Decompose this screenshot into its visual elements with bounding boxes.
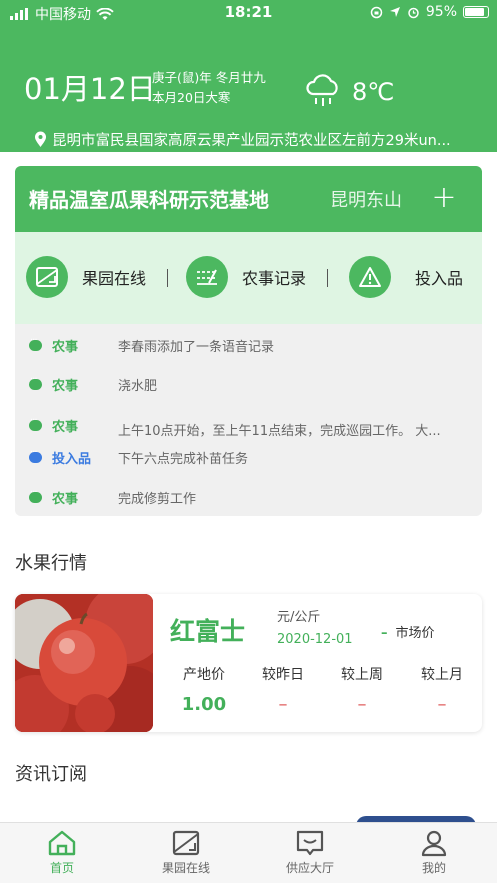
tab-supply-hall[interactable]: 供应大厅: [265, 829, 355, 876]
log-type: 农事: [52, 492, 79, 507]
price-value: –: [278, 694, 288, 715]
log-text: 浇水肥: [118, 379, 158, 394]
fruit-image: [15, 594, 153, 732]
location-bar[interactable]: 昆明市富民县国家高原云果产业园示范农业区左前方29米un...: [34, 129, 451, 150]
status-bar: 中国移动 18:21 95%: [0, 0, 497, 26]
base-title[interactable]: 精品温室瓜果科研示范基地: [29, 184, 269, 213]
log-text: 上午10点开始，至上午11点结束，完成巡园工作。 大...: [118, 424, 441, 439]
chat-bubble-icon: [29, 447, 42, 463]
location-pin-icon: [35, 131, 46, 147]
price-label: 产地价: [183, 667, 225, 683]
orchard-monitor-icon: [36, 267, 58, 287]
divider: [327, 269, 328, 287]
log-item[interactable]: 农事 浇水肥: [29, 374, 464, 394]
lunar-calendar: 庚子(鼠)年 冬月廿九 本月20日大寒: [152, 68, 266, 108]
log-text: 下午六点完成补苗任务: [118, 452, 249, 467]
orchard-monitor-icon: [172, 830, 200, 856]
market-price-value: –: [381, 626, 388, 641]
header: 中国移动 18:21 95% 01月12日 庚子(鼠)年 冬月廿九 本月20日大…: [0, 0, 497, 152]
quick-orchard-online[interactable]: 果园在线: [26, 255, 146, 299]
price-vs-last-week: 较上周 –: [327, 664, 397, 715]
log-type: 投入品: [52, 452, 92, 467]
market-price-label: – 市场价: [381, 622, 435, 641]
cloud-rain-icon: [306, 74, 338, 106]
chat-bubble-icon: [29, 335, 42, 351]
log-item[interactable]: 农事 完成修剪工作: [29, 487, 464, 507]
log-type: 农事: [52, 340, 79, 355]
tab-orchard-label: 果园在线: [161, 861, 210, 875]
add-base-button[interactable]: +: [430, 180, 458, 216]
activity-log: 农事 李春雨添加了一条语音记录 农事 浇水肥 农事 上午10点开始，至上午11点…: [15, 324, 482, 516]
tab-home-label: 首页: [49, 861, 74, 875]
tab-supply-label: 供应大厅: [285, 861, 334, 875]
rotation-lock-icon: [370, 6, 383, 18]
lunar-line-2: 本月20日大寒: [152, 90, 231, 105]
quick-inputs[interactable]: 投入品: [349, 255, 463, 299]
base-card: 精品温室瓜果科研示范基地 昆明东山 + 果园在线 农事记录 投入品 ··· 农事…: [15, 166, 482, 516]
log-item[interactable]: 农事 上午10点开始，至上午11点结束，完成巡园工作。 大...: [29, 412, 464, 439]
log-item[interactable]: 投入品 下午六点完成补苗任务: [29, 447, 464, 467]
battery-percent: 95%: [425, 4, 457, 20]
location-arrow-icon: [389, 7, 400, 17]
price-vs-yesterday: 较昨日 –: [248, 664, 318, 715]
log-text: 完成修剪工作: [118, 492, 197, 507]
lunar-line-1: 庚子(鼠)年 冬月廿九: [152, 70, 266, 85]
temperature: 8℃: [352, 78, 395, 106]
home-icon: [48, 830, 76, 856]
price-vs-last-month: 较上月 –: [407, 664, 477, 715]
price-value: –: [357, 694, 367, 715]
supply-message-icon: [296, 830, 324, 856]
price-value: –: [437, 694, 447, 715]
tab-bar: 首页 果园在线 供应大厅 我的: [0, 822, 497, 883]
base-subtitle: 昆明东山: [330, 190, 402, 211]
today-date: 01月12日: [24, 72, 156, 106]
chat-bubble-icon: [29, 487, 42, 503]
quick-inputs-label: 投入品: [415, 269, 464, 288]
price-origin: 产地价 1.00: [169, 664, 239, 715]
farm-record-icon: [197, 269, 217, 285]
base-card-header: 精品温室瓜果科研示范基地 昆明东山 +: [15, 166, 482, 232]
fruit-unit: 元/公斤: [277, 610, 321, 625]
price-value: 1.00: [181, 694, 227, 715]
chat-bubble-icon: [29, 374, 42, 390]
market-section-title: 水果行情: [15, 553, 87, 574]
battery-icon: [463, 6, 489, 18]
quick-farm-record-label: 农事记录: [242, 269, 307, 288]
fruit-price-card[interactable]: 红富士 元/公斤 2020-12-01 – 市场价 产地价 1.00 较昨日 – …: [15, 594, 482, 732]
price-label: 较上周: [341, 667, 383, 683]
quick-orchard-label: 果园在线: [82, 269, 147, 288]
log-type: 农事: [52, 379, 79, 394]
tab-home[interactable]: 首页: [17, 829, 107, 876]
price-label: 较上月: [421, 667, 463, 683]
log-text: 李春雨添加了一条语音记录: [118, 340, 275, 355]
tab-orchard-online[interactable]: 果园在线: [141, 829, 231, 876]
log-type: 农事: [52, 420, 79, 435]
chat-bubble-icon: [29, 415, 42, 431]
log-item[interactable]: 农事 李春雨添加了一条语音记录: [29, 335, 464, 355]
quick-farm-record[interactable]: 农事记录: [186, 255, 306, 299]
fruit-date: 2020-12-01: [277, 632, 353, 647]
alarm-icon: [408, 7, 419, 18]
fruit-name: 红富士: [170, 617, 246, 646]
quick-actions: 果园在线 农事记录 投入品: [15, 232, 482, 324]
user-icon: [421, 830, 447, 857]
tab-mine[interactable]: 我的: [389, 829, 479, 876]
news-section-title: 资讯订阅: [15, 764, 87, 785]
location-text: 昆明市富民县国家高原云果产业园示范农业区左前方29米un...: [52, 133, 451, 149]
market-price-text: 市场价: [395, 626, 435, 641]
divider: [167, 269, 168, 287]
warning-triangle-icon: [359, 267, 381, 287]
tab-mine-label: 我的: [421, 861, 446, 875]
price-label: 较昨日: [262, 667, 304, 683]
